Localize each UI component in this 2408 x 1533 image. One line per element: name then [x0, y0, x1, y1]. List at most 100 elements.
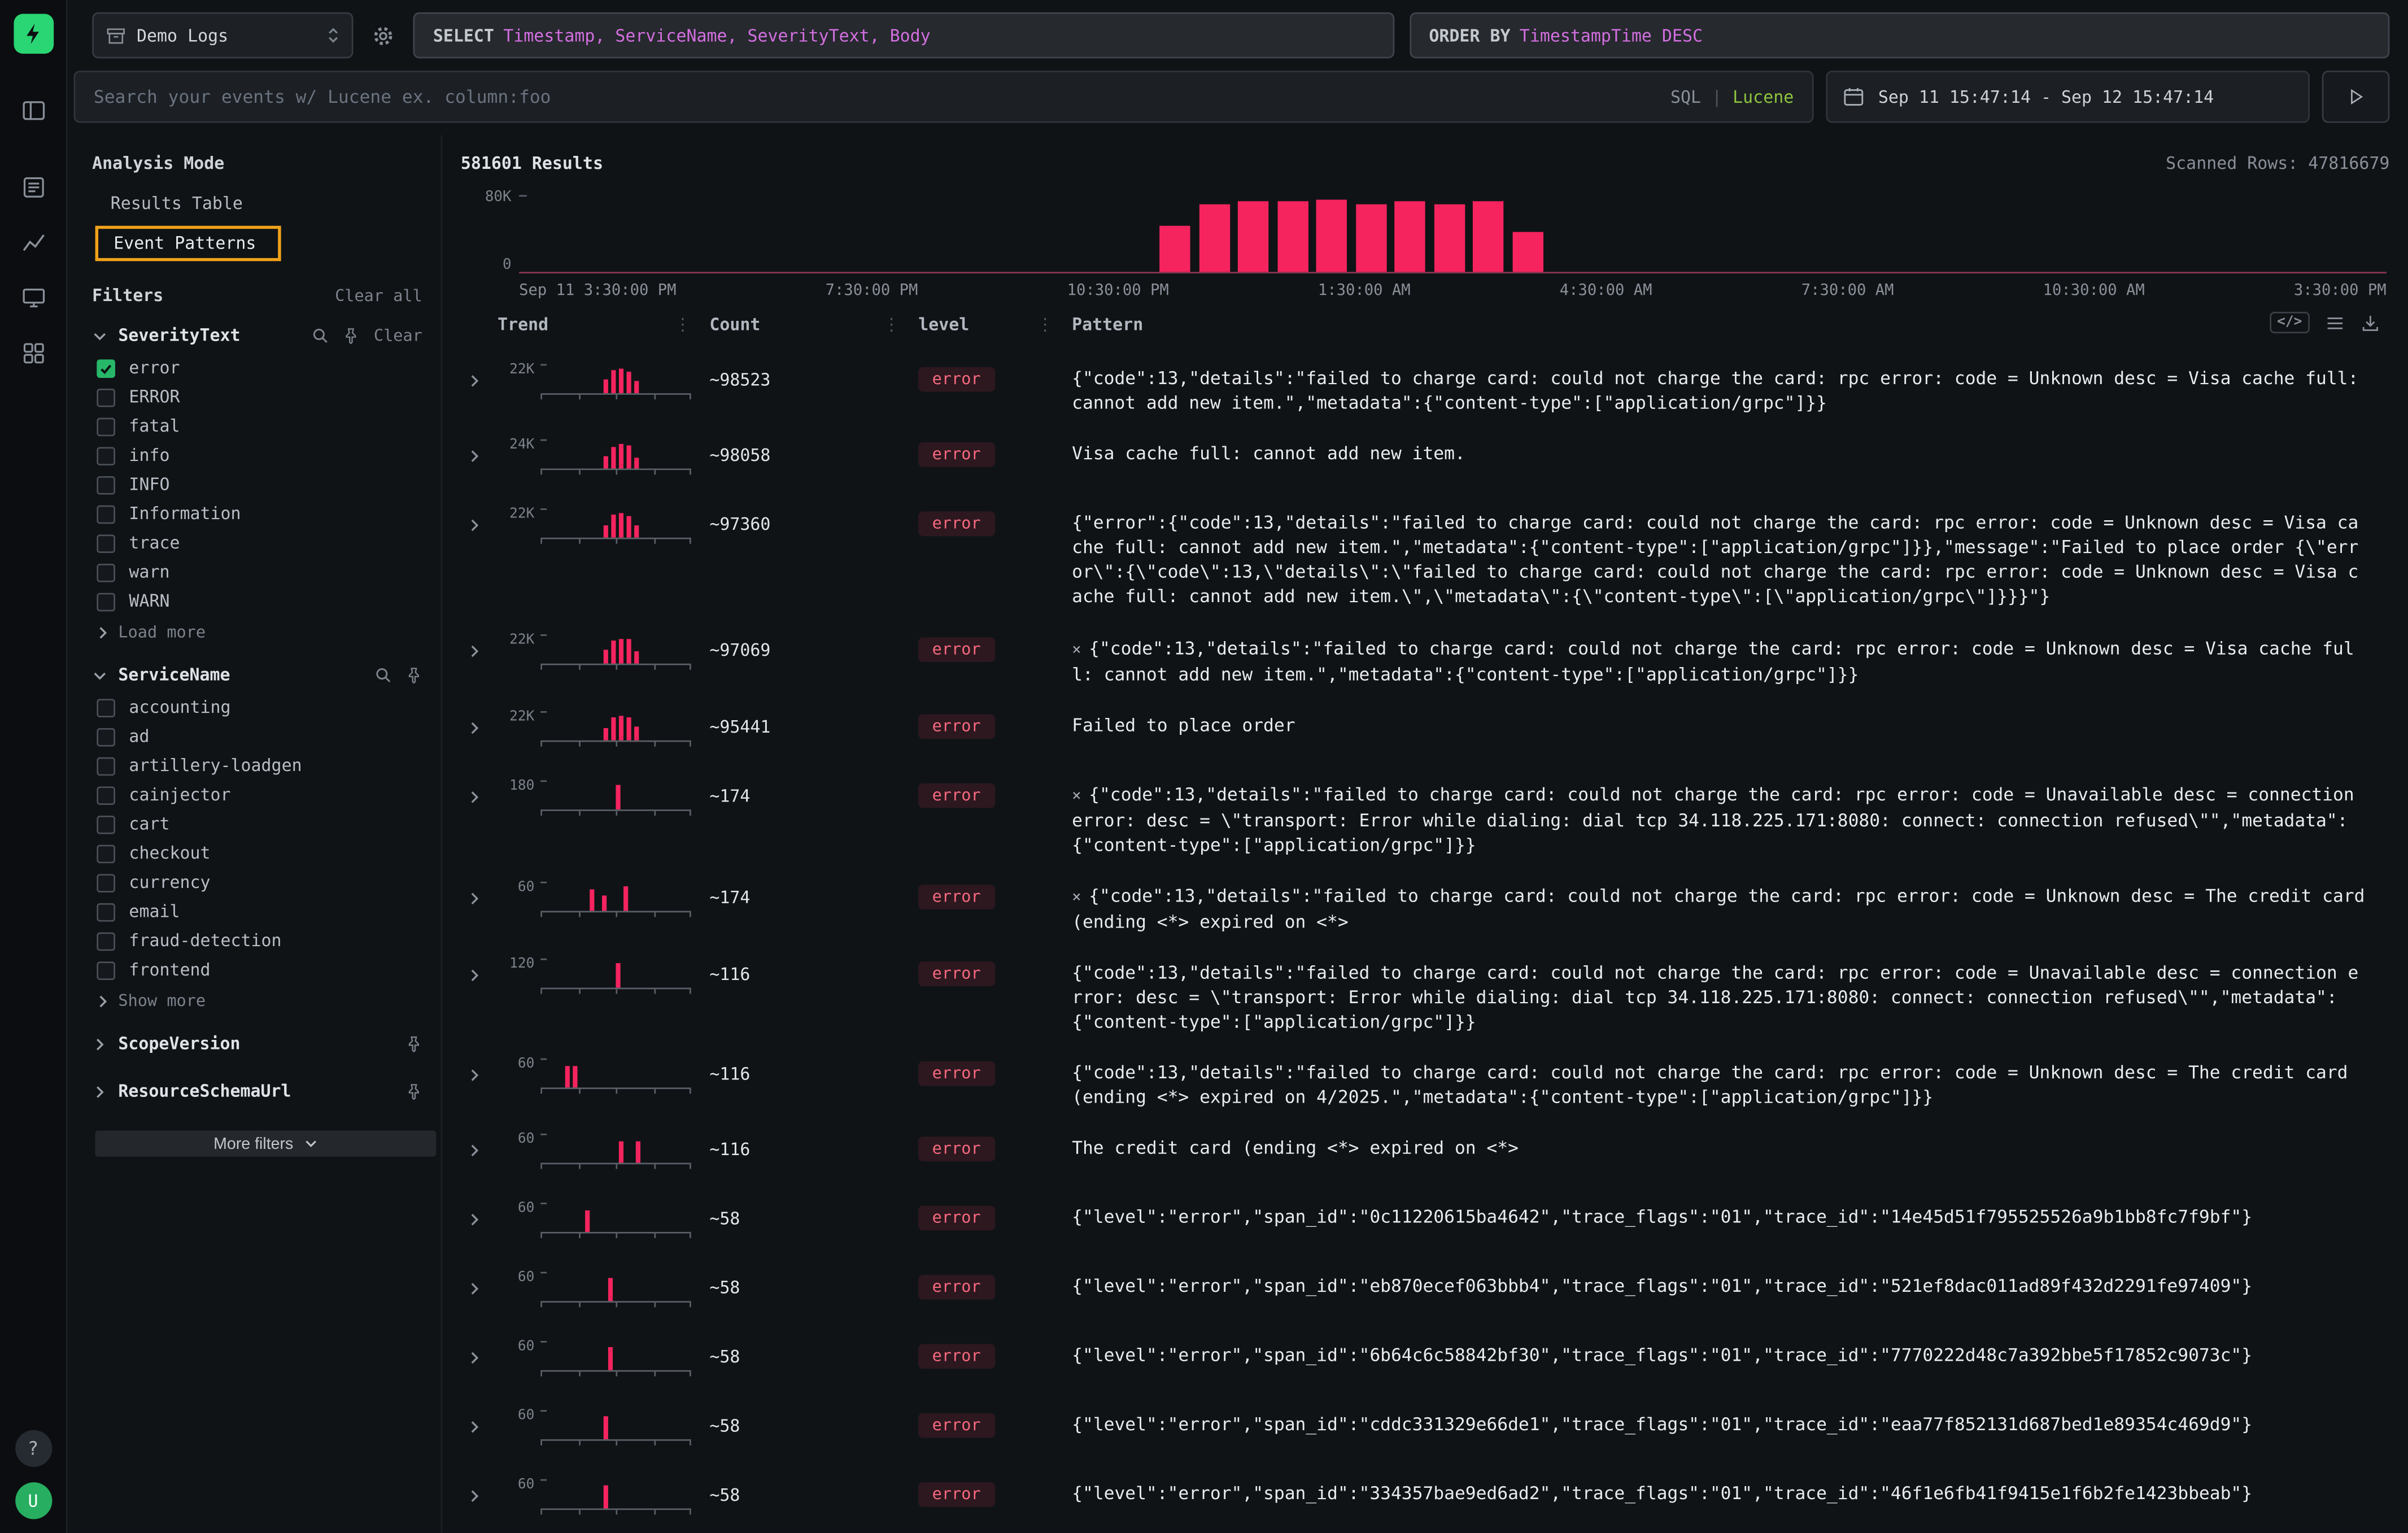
- table-row[interactable]: 60~116error{"code":13,"details":"failed …: [461, 1045, 2390, 1121]
- exclude-pattern-icon[interactable]: ×: [1072, 787, 1081, 804]
- filter-option[interactable]: Information: [92, 499, 429, 529]
- checkbox[interactable]: [97, 563, 115, 582]
- column-header-trend[interactable]: Trend⋮: [498, 315, 709, 334]
- download-icon[interactable]: [2361, 312, 2380, 332]
- sql-query-editor[interactable]: SELECT Timestamp, ServiceName, SeverityT…: [413, 12, 1394, 59]
- checkbox[interactable]: [97, 728, 115, 746]
- filter-group-header[interactable]: ServiceName: [92, 660, 429, 693]
- table-row[interactable]: 60~174error×{"code":13,"details":"failed…: [461, 868, 2390, 944]
- checkbox[interactable]: [97, 786, 115, 804]
- filter-option[interactable]: currency: [92, 868, 429, 897]
- filter-option[interactable]: warn: [92, 558, 429, 587]
- histogram-bar[interactable]: [1512, 232, 1543, 272]
- filter-group-header[interactable]: ScopeVersion: [92, 1029, 429, 1061]
- checkbox[interactable]: [97, 359, 115, 377]
- expand-row-icon[interactable]: [461, 1213, 498, 1228]
- column-menu-icon[interactable]: ⋮: [674, 315, 691, 334]
- table-row[interactable]: 22K~95441errorFailed to place order: [461, 697, 2390, 766]
- filter-option[interactable]: accounting: [92, 693, 429, 722]
- filter-option[interactable]: trace: [92, 528, 429, 558]
- histogram-bar[interactable]: [1277, 202, 1308, 272]
- checkbox[interactable]: [97, 592, 115, 611]
- table-row[interactable]: 22K~98523error{"code":13,"details":"fail…: [461, 350, 2390, 426]
- date-range-picker[interactable]: Sep 11 15:47:14 - Sep 12 15:47:14: [1826, 71, 2310, 123]
- expand-row-icon[interactable]: [461, 1068, 498, 1083]
- filter-option[interactable]: ERROR: [92, 382, 429, 412]
- filter-option[interactable]: artillery-loadgen: [92, 751, 429, 781]
- filter-option[interactable]: ad: [92, 722, 429, 751]
- checkbox[interactable]: [97, 476, 115, 494]
- table-row[interactable]: 60~58error{"level":"error","span_id":"33…: [461, 1466, 2390, 1533]
- column-header-level[interactable]: level⋮: [918, 315, 1072, 334]
- table-row[interactable]: 180~174error×{"code":13,"details":"faile…: [461, 766, 2390, 868]
- histogram-bar[interactable]: [1473, 202, 1504, 272]
- filter-option[interactable]: email: [92, 897, 429, 926]
- expand-row-icon[interactable]: [461, 1489, 498, 1504]
- expand-row-icon[interactable]: [461, 1143, 498, 1159]
- filter-option[interactable]: checkout: [92, 839, 429, 868]
- filter-show-more[interactable]: Load more: [92, 616, 429, 645]
- filter-option[interactable]: info: [92, 441, 429, 470]
- source-settings-button[interactable]: [369, 24, 398, 47]
- run-query-button[interactable]: [2322, 71, 2390, 123]
- clear-all-filters-button[interactable]: Clear all: [335, 286, 422, 305]
- filter-option[interactable]: frontend: [92, 955, 429, 985]
- search-input[interactable]: [94, 86, 1655, 107]
- checkbox[interactable]: [97, 698, 115, 717]
- expand-row-icon[interactable]: [461, 518, 498, 533]
- filter-option[interactable]: cart: [92, 809, 429, 839]
- histogram-bar[interactable]: [1199, 204, 1229, 272]
- pin-icon[interactable]: [405, 667, 422, 683]
- expand-row-icon[interactable]: [461, 1351, 498, 1366]
- checkbox[interactable]: [97, 931, 115, 950]
- checkbox[interactable]: [97, 756, 115, 775]
- table-row[interactable]: 60~58error{"level":"error","span_id":"eb…: [461, 1258, 2390, 1327]
- expand-row-icon[interactable]: [461, 891, 498, 906]
- expand-row-icon[interactable]: [461, 449, 498, 464]
- expand-row-icon[interactable]: [461, 373, 498, 389]
- column-header-pattern[interactable]: Pattern: [1072, 315, 2389, 334]
- exclude-pattern-icon[interactable]: ×: [1072, 889, 1081, 906]
- filter-option[interactable]: cainjector: [92, 780, 429, 809]
- filter-option[interactable]: error: [92, 353, 429, 382]
- help-button[interactable]: ?: [15, 1430, 51, 1467]
- pin-icon[interactable]: [405, 1035, 422, 1052]
- histogram-bar[interactable]: [1238, 202, 1268, 272]
- expand-row-icon[interactable]: [461, 1282, 498, 1297]
- filter-clear-button[interactable]: Clear: [374, 326, 422, 345]
- column-menu-icon[interactable]: ⋮: [1037, 315, 1054, 334]
- checkbox[interactable]: [97, 873, 115, 892]
- mode-results-table[interactable]: Results Table: [95, 189, 259, 218]
- histogram-bar[interactable]: [1395, 202, 1425, 272]
- user-avatar[interactable]: U: [15, 1482, 51, 1519]
- checkbox[interactable]: [97, 417, 115, 435]
- checkbox[interactable]: [97, 844, 115, 863]
- exclude-pattern-icon[interactable]: ×: [1072, 642, 1081, 659]
- order-by-editor[interactable]: ORDER BY TimestampTime DESC: [1409, 12, 2389, 59]
- search-icon[interactable]: [312, 327, 329, 344]
- checkbox[interactable]: [97, 504, 115, 523]
- checkbox[interactable]: [97, 446, 115, 465]
- search-icon[interactable]: [375, 667, 392, 683]
- table-row[interactable]: 60~58error{"level":"error","span_id":"0c…: [461, 1190, 2390, 1258]
- table-row[interactable]: 24K~98058errorVisa cache full: cannot ad…: [461, 426, 2390, 495]
- filter-show-more[interactable]: Show more: [92, 985, 429, 1014]
- checkbox[interactable]: [97, 903, 115, 921]
- pin-icon[interactable]: [405, 1083, 422, 1100]
- sidebar-toggle-icon[interactable]: [11, 90, 54, 130]
- filter-option[interactable]: INFO: [92, 470, 429, 499]
- expand-row-icon[interactable]: [461, 643, 498, 658]
- mode-sql[interactable]: SQL: [1670, 87, 1701, 107]
- more-filters-button[interactable]: More filters: [95, 1130, 437, 1156]
- checkbox[interactable]: [97, 388, 115, 407]
- row-density-icon[interactable]: [2325, 312, 2345, 332]
- search-logs-icon[interactable]: [11, 167, 54, 207]
- pin-icon[interactable]: [343, 327, 360, 344]
- code-view-icon[interactable]: </>: [2270, 312, 2310, 333]
- sessions-monitor-icon[interactable]: [11, 278, 54, 318]
- expand-row-icon[interactable]: [461, 1420, 498, 1435]
- expand-row-icon[interactable]: [461, 789, 498, 804]
- mode-event-patterns[interactable]: Event Patterns: [95, 226, 281, 262]
- table-row[interactable]: 22K~97069error×{"code":13,"details":"fai…: [461, 620, 2390, 696]
- checkbox[interactable]: [97, 534, 115, 552]
